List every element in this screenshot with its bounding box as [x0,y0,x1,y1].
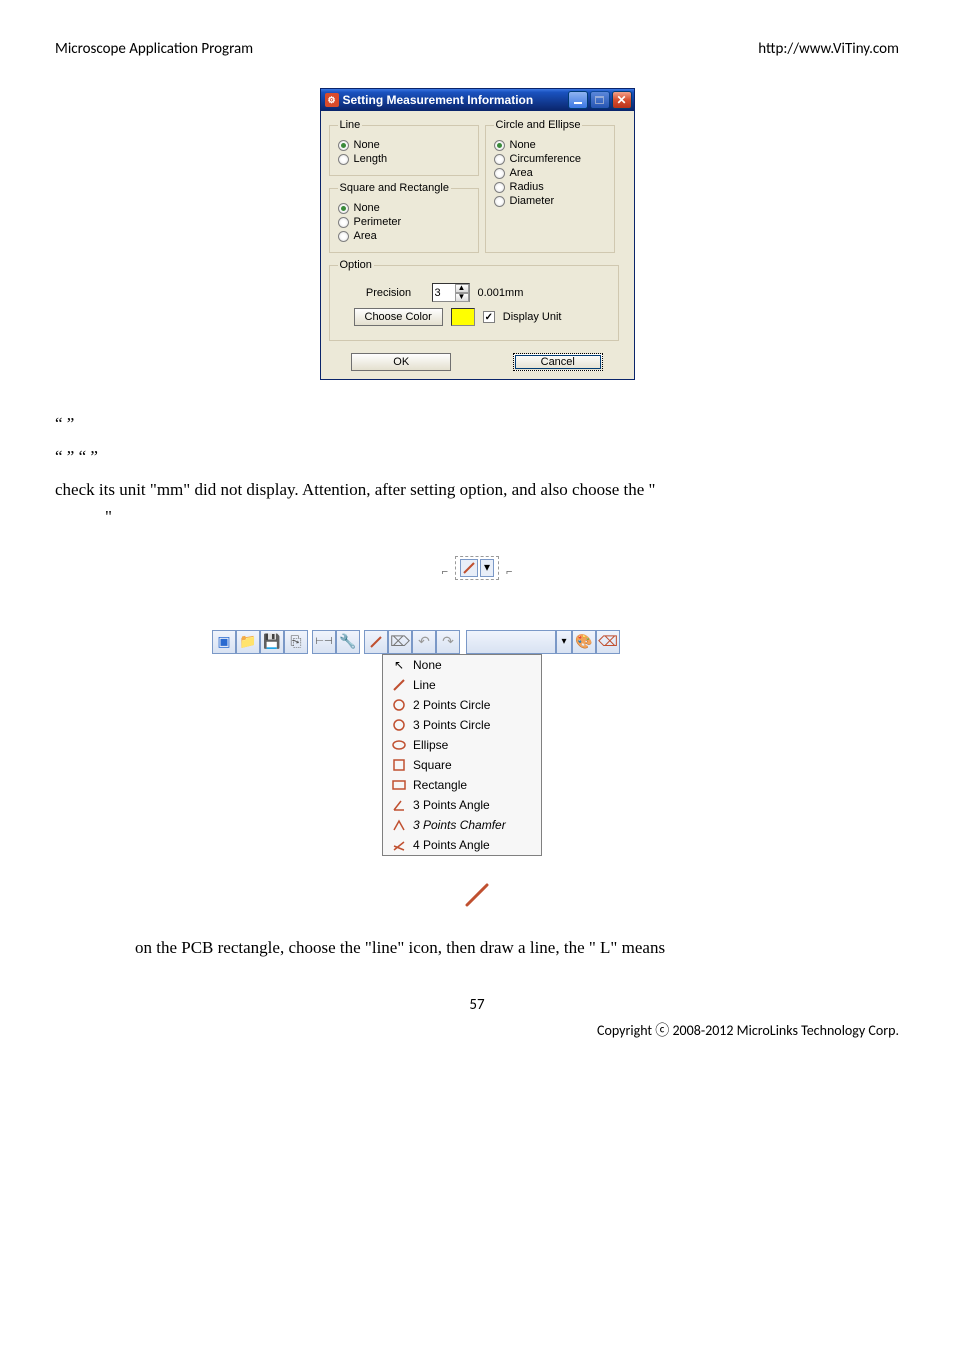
mi-square[interactable]: Square [383,755,541,775]
sq-area-label: Area [354,230,377,242]
page-number: 57 [55,996,899,1014]
dialog-title: Setting Measurement Information [343,93,534,107]
option-legend: Option [338,259,374,271]
line-none-label: None [354,139,380,151]
tb-ruler-icon[interactable]: ⊢⊣ [312,630,336,654]
tb-wrench-icon[interactable]: 🔧 [336,630,360,654]
tb-stamp-icon[interactable]: ⌦ [388,630,412,654]
mi-rect[interactable]: Rectangle [383,775,541,795]
sq-area-radio[interactable] [338,231,349,242]
sq-none-radio[interactable] [338,203,349,214]
ci-circ-radio[interactable] [494,154,505,165]
crop-br-icon: ⌐ [503,566,515,578]
ellipse-icon [391,738,407,752]
line-tool-icon[interactable] [460,559,478,577]
chamfer-icon [391,818,407,832]
mi-3pa[interactable]: 3 Points Angle [383,795,541,815]
paragraph-4: on the PCB rectangle, choose the "line" … [55,934,899,963]
circle-icon [391,698,407,712]
precision-label: Precision [354,287,424,299]
mi-none[interactable]: ↖None [383,655,541,675]
ok-button[interactable]: OK [351,353,451,371]
line-length-label: Length [354,153,388,165]
tb-folder-icon[interactable]: 📁 [236,630,260,654]
sq-perim-radio[interactable] [338,217,349,228]
tb-redo-icon[interactable]: ↷ [436,630,460,654]
crop-tl-icon: ⌐ [439,566,451,578]
4angle-icon [391,838,407,852]
line-length-radio[interactable] [338,154,349,165]
tb-slider[interactable] [466,630,556,654]
tb-line-icon[interactable] [364,630,388,654]
mi-ellipse[interactable]: Ellipse [383,735,541,755]
tb-eraser-icon[interactable]: ⌫ [596,630,620,654]
line-tool-dropdown-icon[interactable]: ▾ [480,559,494,577]
tb-copy-icon[interactable]: ⎘ [284,630,308,654]
cursor-icon: ↖ [391,658,407,672]
tb-palette-icon[interactable]: 🎨 [572,630,596,654]
line-illustration-icon [55,881,899,914]
settings-dialog: ⚙ Setting Measurement Information ✕ Line… [320,88,635,380]
spin-down-icon[interactable]: ▼ [455,293,469,302]
rectangle-icon [391,778,407,792]
option-group: Option Precision ▲▼ 0.001mm Choose Color… [329,259,619,341]
paragraph-quotes-1: “ ” [55,410,899,439]
header-left: Microscope Application Program [55,40,253,58]
close-button[interactable]: ✕ [612,91,632,109]
sq-none-label: None [354,202,380,214]
maximize-button [590,91,610,109]
circle-group: Circle and Ellipse None Circumference Ar… [485,119,615,253]
line-none-radio[interactable] [338,140,349,151]
paragraph-quotes-2: “ ” “ ” [55,443,899,472]
minimize-button[interactable] [568,91,588,109]
mi-4pa[interactable]: 4 Points Angle [383,835,541,855]
circle-icon [391,718,407,732]
line-legend: Line [338,119,363,131]
mi-line[interactable]: Line [383,675,541,695]
choose-color-button[interactable]: Choose Color [354,308,443,326]
precision-unit: 0.001mm [478,287,524,299]
tb-dropdown-icon[interactable]: ▾ [556,630,572,654]
precision-input[interactable] [433,287,455,299]
sqrect-group: Square and Rectangle None Perimeter Area [329,182,479,253]
header-right: http://www.ViTiny.com [758,40,899,58]
toolbar: ▣ 📁 💾 ⎘ ⊢⊣ 🔧 ⌦ ↶ ↷ ▾ 🎨 ⌫ [212,630,742,654]
tb-undo-icon[interactable]: ↶ [412,630,436,654]
titlebar: ⚙ Setting Measurement Information ✕ [321,89,634,111]
ci-area-radio[interactable] [494,168,505,179]
tb-monitor-icon[interactable]: ▣ [212,630,236,654]
mi-2pc[interactable]: 2 Points Circle [383,695,541,715]
circle-legend: Circle and Ellipse [494,119,583,131]
square-icon [391,758,407,772]
ci-circ-label: Circumference [510,153,582,165]
display-unit-label: Display Unit [503,311,562,323]
angle-icon [391,798,407,812]
ci-diam-radio[interactable] [494,196,505,207]
copyright: Copyright ⓒ 2008-2012 MicroLinks Technol… [55,1020,899,1040]
display-unit-checkbox[interactable] [483,311,495,323]
tb-save-icon[interactable]: 💾 [260,630,284,654]
paragraph-3a: check its unit "mm" did not display. Att… [55,476,899,505]
sqrect-legend: Square and Rectangle [338,182,451,194]
precision-spinner[interactable]: ▲▼ [432,283,470,302]
shape-menu: ↖None Line 2 Points Circle 3 Points Circ… [382,654,542,856]
line-tool-pair: ▾ [455,556,499,580]
paragraph-3b: " [55,503,899,532]
mi-3pc[interactable]: 3 Points Circle [383,715,541,735]
ci-radius-radio[interactable] [494,182,505,193]
cancel-button[interactable]: Cancel [513,353,603,371]
mi-3pch[interactable]: 3 Points Chamfer [383,815,541,835]
color-swatch [451,308,475,326]
ci-diam-label: Diameter [510,195,555,207]
ci-none-radio[interactable] [494,140,505,151]
line-icon [391,678,407,692]
sq-perim-label: Perimeter [354,216,402,228]
app-icon: ⚙ [325,93,339,107]
ci-radius-label: Radius [510,181,544,193]
ci-area-label: Area [510,167,533,179]
line-group: Line None Length [329,119,479,176]
ci-none-label: None [510,139,536,151]
